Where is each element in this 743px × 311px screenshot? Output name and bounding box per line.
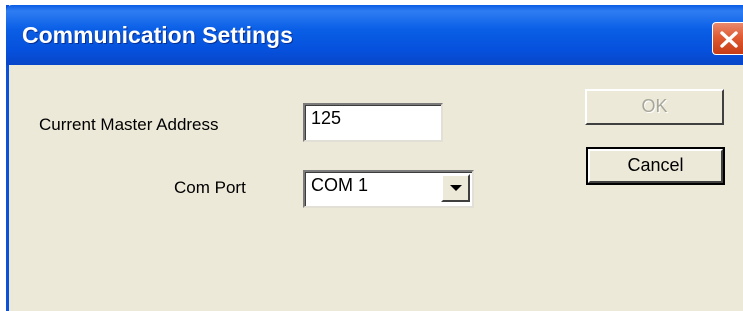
close-icon bbox=[720, 31, 738, 48]
title-bar[interactable]: Communication Settings bbox=[6, 5, 743, 65]
chevron-down-icon bbox=[450, 185, 462, 191]
window-title: Communication Settings bbox=[22, 22, 293, 48]
com-port-dropdown-button[interactable] bbox=[441, 174, 470, 202]
com-port-value: COM 1 bbox=[311, 175, 369, 195]
com-port-select[interactable]: COM 1 bbox=[303, 170, 474, 208]
com-port-label: Com Port bbox=[174, 178, 246, 197]
ok-button[interactable]: OK bbox=[585, 89, 724, 125]
ok-button-label: OK bbox=[641, 96, 668, 116]
cancel-button[interactable]: Cancel bbox=[586, 147, 725, 185]
master-address-input[interactable]: 125 bbox=[303, 103, 443, 142]
master-address-label: Current Master Address bbox=[39, 115, 219, 134]
dialog-window: Communication Settings Current Master Ad… bbox=[6, 5, 743, 311]
cancel-button-label: Cancel bbox=[627, 155, 684, 175]
close-button[interactable] bbox=[712, 22, 743, 55]
